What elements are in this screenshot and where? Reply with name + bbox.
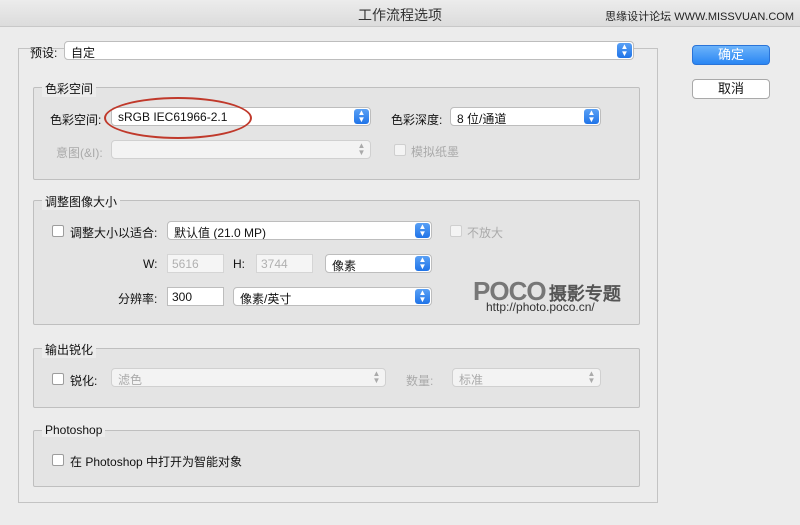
chevron-updown-icon: ▲ ▼ bbox=[357, 141, 366, 157]
sharpen-select[interactable]: 滤色 ▲ ▼ bbox=[111, 368, 386, 387]
amount-label: 数量: bbox=[406, 374, 434, 388]
size-unit-value: 像素 bbox=[332, 259, 357, 273]
resolution-label: 分辨率: bbox=[118, 292, 158, 306]
preset-select[interactable]: 自定 ▲ ▼ bbox=[64, 41, 634, 60]
color-space-group bbox=[33, 87, 640, 180]
chevron-updown-icon: ▲ ▼ bbox=[372, 369, 381, 385]
resolution-unit-value: 像素/英寸 bbox=[240, 292, 292, 306]
resize-value: 默认值 (21.0 MP) bbox=[174, 226, 267, 240]
resize-label: 调整大小以适合: bbox=[70, 226, 158, 240]
simulate-paper-checkbox[interactable] bbox=[394, 144, 406, 156]
image-size-group-title: 调整图像大小 bbox=[42, 193, 121, 210]
poco-url: http://photo.poco.cn/ bbox=[486, 300, 595, 314]
highlight-annotation bbox=[104, 97, 252, 139]
site-watermark: 思缘设计论坛 WWW.MISSVUAN.COM bbox=[605, 11, 794, 23]
chevron-updown-icon: ▲ ▼ bbox=[584, 109, 599, 124]
height-label: H: bbox=[233, 257, 245, 271]
color-depth-label: 色彩深度: bbox=[391, 113, 443, 127]
title-bar: 工作流程选项 思缘设计论坛 WWW.MISSVUAN.COM bbox=[0, 0, 800, 27]
sharpen-label: 锐化: bbox=[70, 374, 98, 388]
simulate-paper-label: 模拟纸墨 bbox=[411, 145, 460, 159]
chevron-updown-icon: ▲ ▼ bbox=[587, 369, 596, 385]
sharpen-value: 滤色 bbox=[118, 373, 143, 387]
amount-value: 标准 bbox=[459, 373, 484, 387]
color-space-label: 色彩空间: bbox=[50, 113, 102, 127]
photoshop-group-title: Photoshop bbox=[42, 423, 106, 437]
preset-value: 自定 bbox=[71, 46, 96, 60]
cancel-button[interactable]: 取消 bbox=[692, 79, 770, 99]
sharpen-checkbox[interactable] bbox=[52, 373, 64, 385]
intent-label: 意图(&I): bbox=[56, 146, 103, 160]
sharpen-group-title: 输出锐化 bbox=[42, 341, 97, 358]
size-unit-select[interactable]: 像素 ▲ ▼ bbox=[325, 254, 432, 273]
chevron-updown-icon: ▲ ▼ bbox=[415, 256, 430, 271]
dont-enlarge-label: 不放大 bbox=[467, 226, 504, 240]
chevron-updown-icon: ▲ ▼ bbox=[415, 223, 430, 238]
intent-select[interactable]: ▲ ▼ bbox=[111, 140, 371, 159]
smart-object-label: 在 Photoshop 中打开为智能对象 bbox=[70, 455, 243, 469]
resolution-field[interactable]: 300 bbox=[167, 287, 224, 306]
resize-checkbox[interactable] bbox=[52, 225, 64, 237]
amount-select[interactable]: 标准 ▲ ▼ bbox=[452, 368, 601, 387]
height-field[interactable]: 3744 bbox=[256, 254, 313, 273]
preset-label: 预设: bbox=[30, 46, 58, 60]
dont-enlarge-checkbox[interactable] bbox=[450, 225, 462, 237]
color-depth-value: 8 位/通道 bbox=[457, 112, 507, 126]
width-label: W: bbox=[143, 257, 158, 271]
chevron-updown-icon: ▲ ▼ bbox=[617, 43, 632, 58]
color-depth-select[interactable]: 8 位/通道 ▲ ▼ bbox=[450, 107, 601, 126]
ok-button[interactable]: 确定 bbox=[692, 45, 770, 65]
resolution-unit-select[interactable]: 像素/英寸 ▲ ▼ bbox=[233, 287, 432, 306]
chevron-updown-icon: ▲ ▼ bbox=[354, 109, 369, 124]
resize-select[interactable]: 默认值 (21.0 MP) ▲ ▼ bbox=[167, 221, 432, 240]
color-space-group-title: 色彩空间 bbox=[42, 80, 97, 97]
chevron-updown-icon: ▲ ▼ bbox=[415, 289, 430, 304]
smart-object-checkbox[interactable] bbox=[52, 454, 64, 466]
width-field[interactable]: 5616 bbox=[167, 254, 224, 273]
